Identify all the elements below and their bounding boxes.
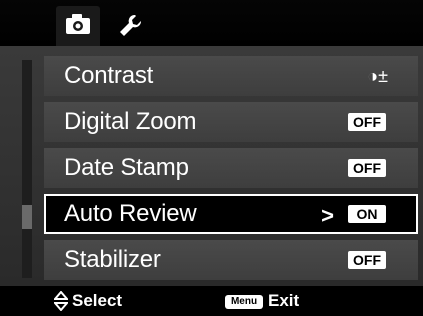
menu-item-label: Contrast <box>64 62 154 89</box>
wrench-icon <box>120 14 142 36</box>
menu-item-date-stamp[interactable]: Date Stamp OFF <box>44 148 418 188</box>
contrast-icon: ◑± <box>367 66 388 86</box>
exit-hint: Exit <box>268 291 300 310</box>
help-bar: Select Menu Exit <box>0 286 423 316</box>
camera-icon <box>66 14 90 34</box>
status-badge: ON <box>348 205 386 223</box>
select-hint: Select <box>72 291 123 310</box>
scrollbar-thumb[interactable] <box>22 205 32 229</box>
status-badge: OFF <box>348 251 386 269</box>
menu-item-label: Digital Zoom <box>64 108 197 135</box>
tab-camera[interactable] <box>56 6 100 46</box>
menu-item-label: Auto Review <box>64 200 197 227</box>
menu-item-contrast[interactable]: Contrast ◑± <box>44 56 418 96</box>
up-down-arrows-icon <box>54 291 68 311</box>
menu-item-label: Date Stamp <box>64 154 189 181</box>
menu-item-digital-zoom[interactable]: Digital Zoom OFF <box>44 102 418 142</box>
tab-setup[interactable] <box>108 6 152 46</box>
menu-key-icon: Menu <box>225 295 263 309</box>
scrollbar-track[interactable] <box>22 60 32 278</box>
menu-item-label: Stabilizer <box>64 246 161 273</box>
camera-menu-screen: Contrast ◑± Digital Zoom OFF Date Stamp … <box>0 0 423 316</box>
menu-item-auto-review[interactable]: Auto Review > ON <box>44 194 418 234</box>
settings-menu: Contrast ◑± Digital Zoom OFF Date Stamp … <box>44 56 418 286</box>
status-badge: OFF <box>348 113 386 131</box>
status-badge: OFF <box>348 159 386 177</box>
chevron-right-icon: > <box>321 203 334 228</box>
menu-item-stabilizer[interactable]: Stabilizer OFF <box>44 240 418 280</box>
tab-bar <box>0 0 423 46</box>
